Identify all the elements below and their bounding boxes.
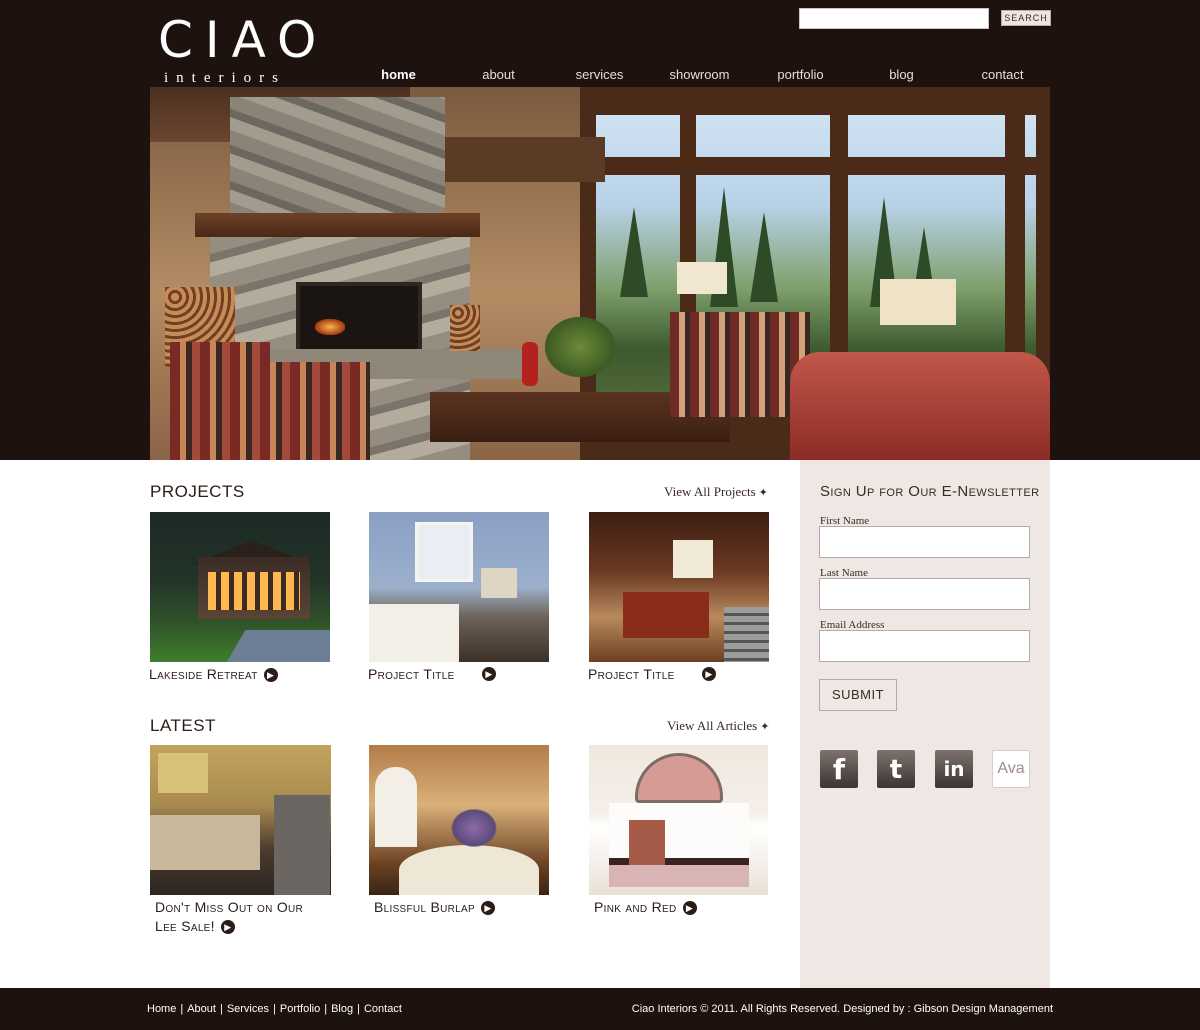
article-title-line2: Lee Sale! [155,918,215,934]
copyright-text: Ciao Interiors © 2011. All Rights Reserv… [631,1003,1053,1015]
project-thumb-lakeside[interactable] [150,512,330,662]
arrow-right-icon[interactable]: ▶ [480,901,495,916]
project-title: Lakeside Retreat [149,666,258,682]
project-thumb-3[interactable] [589,512,769,662]
nav-showroom[interactable]: showroom [649,66,750,84]
footer-link-home[interactable]: Home [147,1003,176,1015]
search-button[interactable]: SEARCH [1001,10,1051,26]
footer-nav: Home | About | Services | Portfolio | Blog | Conta… [147,1002,402,1016]
article-thumb-pink-red[interactable] [589,745,768,895]
footer-link-services[interactable]: Services [227,1003,269,1015]
article-title: Blissful Burlap [374,899,475,915]
article-thumb-burlap[interactable] [369,745,549,895]
separator: | [180,1003,184,1015]
view-all-articles-label: View All Articles [667,718,758,733]
nav-portfolio[interactable]: portfolio [750,66,851,84]
footer-link-contact[interactable]: Contact [364,1003,402,1015]
linkedin-icon[interactable]: in [935,750,973,788]
arrow-right-icon[interactable]: ▶ [682,901,697,916]
newsletter-sidebar: Sign Up for Our E-Newsletter First Name … [800,460,1050,988]
project-caption[interactable]: Project Title ▶ [368,665,508,684]
separator: | [273,1003,276,1015]
article-title: Pink and Red [594,899,677,915]
nav-blog[interactable]: blog [851,66,952,84]
twitter-icon[interactable]: t [877,750,915,788]
site-footer: Home | About | Services | Portfolio | Blog | Conta… [0,988,1200,1030]
arrow-right-icon[interactable]: ▶ [482,667,496,681]
footer-link-blog[interactable]: Blog [331,1003,353,1015]
arrow-right-icon[interactable]: ▶ [702,667,716,681]
separator: | [219,1003,223,1015]
article-thumb-lee-sale[interactable] [150,745,331,895]
view-all-projects-link[interactable]: View All Projects ✦ [664,484,768,501]
nav-home[interactable]: home [348,66,449,84]
newsletter-heading: Sign Up for Our E-Newsletter [820,483,1040,500]
plus-icon: ✦ [760,721,770,733]
main-nav: home about services showroom portfolio b… [348,66,1050,84]
article-caption[interactable]: Pink and Red ▶ [594,898,697,917]
project-thumb-2[interactable] [369,512,549,662]
facebook-icon[interactable]: f [820,750,858,788]
email-field[interactable] [819,630,1030,662]
nav-services[interactable]: services [549,66,650,84]
logo[interactable]: CIAO interiors [158,10,329,86]
first-name-field[interactable] [819,526,1030,558]
article-title-line1: Don't Miss Out on Our [155,899,304,915]
logo-wordmark: CIAO [158,11,329,69]
article-caption[interactable]: Blissful Burlap ▶ [374,898,495,917]
nav-about[interactable]: about [448,66,549,84]
project-title: Project Title [588,666,675,682]
article-caption[interactable]: Don't Miss Out on Our Lee Sale! ▶ [155,898,303,936]
project-caption[interactable]: Lakeside Retreat ▶ [149,665,278,684]
hero-image [150,87,1050,460]
footer-link-portfolio[interactable]: Portfolio [280,1003,320,1015]
logo-subtitle: interiors [164,70,286,86]
separator: | [324,1003,328,1015]
arrow-right-icon[interactable]: ▶ [263,668,278,683]
view-all-projects-label: View All Projects [664,484,756,499]
ava-icon[interactable]: Ava [992,750,1030,788]
separator: | [357,1003,360,1015]
view-all-articles-link[interactable]: View All Articles ✦ [667,718,769,735]
submit-button[interactable]: SUBMIT [819,679,897,711]
latest-heading: LATEST [150,716,216,735]
plus-icon: ✦ [758,487,768,499]
project-caption[interactable]: Project Title ▶ [588,665,728,684]
nav-contact[interactable]: contact [952,66,1053,84]
search-input[interactable] [799,8,989,29]
footer-link-about[interactable]: About [187,1003,216,1015]
last-name-field[interactable] [819,578,1030,610]
projects-heading: PROJECTS [150,482,245,501]
arrow-right-icon[interactable]: ▶ [220,920,235,935]
project-title: Project Title [368,666,455,682]
site-header: CIAO interiors SEARCH home about service… [0,0,1200,460]
